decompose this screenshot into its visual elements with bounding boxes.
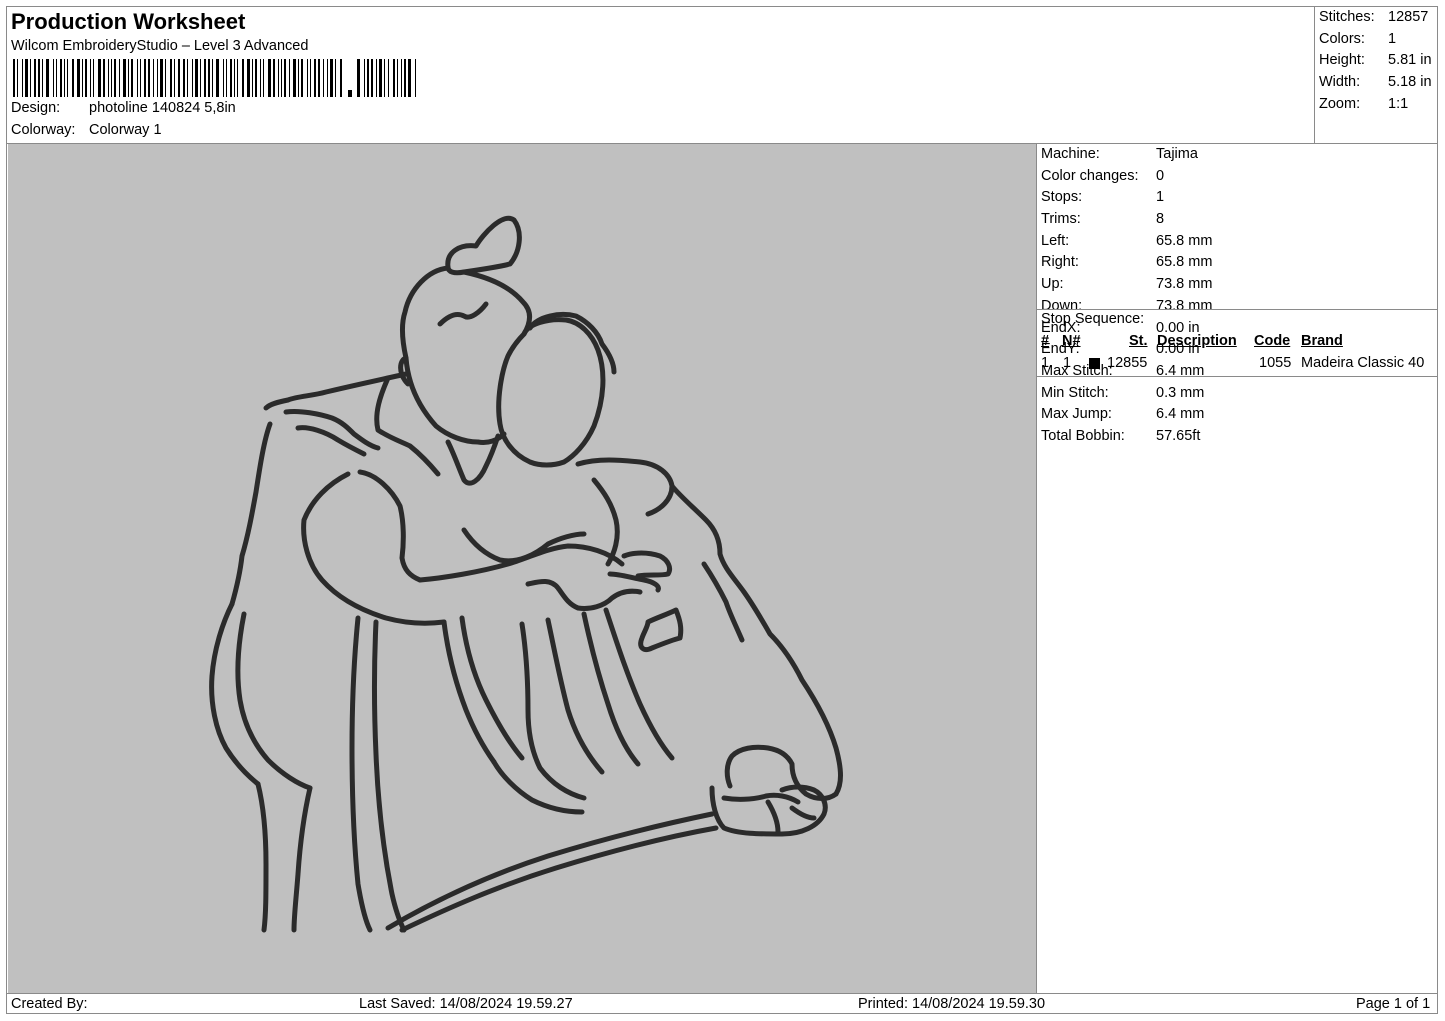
column-header-code: Code xyxy=(1254,333,1291,349)
summary-value: 1 xyxy=(1388,31,1397,47)
summary-label: Width: xyxy=(1319,74,1361,90)
thread-color-swatch xyxy=(1089,358,1100,369)
colorway-label: Colorway: xyxy=(11,122,76,138)
divider xyxy=(1037,376,1437,377)
barcode-icon xyxy=(13,59,416,97)
summary-label: Zoom: xyxy=(1319,96,1361,112)
summary-label: Height: xyxy=(1319,52,1365,68)
design-label: Design: xyxy=(11,100,61,116)
property-row: Color changes: 0 xyxy=(1037,166,1437,188)
row-code: 1055 xyxy=(1259,355,1292,371)
property-value: 6.4 mm xyxy=(1156,406,1205,423)
row-brand: Madeira Classic 40 xyxy=(1301,355,1425,371)
property-row: Min Stitch: 0.3 mm xyxy=(1037,383,1437,405)
property-value: 57.65ft xyxy=(1156,427,1201,444)
property-label: Total Bobbin: xyxy=(1041,427,1125,444)
property-label: Right: xyxy=(1041,254,1079,271)
property-label: Max Jump: xyxy=(1041,406,1112,423)
property-value: 0 xyxy=(1156,167,1165,184)
property-value: 73.8 mm xyxy=(1156,297,1213,314)
property-label: Trims: xyxy=(1041,211,1081,228)
stop-sequence-title: Stop Sequence: xyxy=(1041,311,1145,327)
summary-row-stitches: Stitches: 12857 xyxy=(1319,9,1428,25)
property-label: Up: xyxy=(1041,276,1064,293)
worksheet-header: Production Worksheet Wilcom EmbroiderySt… xyxy=(7,7,1313,143)
summary-row-colors: Colors: 1 xyxy=(1319,31,1396,47)
page-number: Page 1 of 1 xyxy=(1356,996,1431,1012)
column-header-brand: Brand xyxy=(1301,333,1343,349)
production-worksheet: Production Worksheet Wilcom EmbroiderySt… xyxy=(6,6,1438,1014)
row-index: 1. xyxy=(1041,355,1054,371)
row-needle: 1 xyxy=(1063,355,1072,371)
colorway-row: Colorway: Colorway 1 xyxy=(11,122,162,138)
property-row: Left: 65.8 mm xyxy=(1037,231,1437,253)
property-value: Tajima xyxy=(1156,146,1198,162)
colorway-value: Colorway 1 xyxy=(89,122,162,138)
property-row: Up: 73.8 mm xyxy=(1037,274,1437,296)
property-value: 8 xyxy=(1156,211,1165,228)
summary-row-height: Height: 5.81 in xyxy=(1319,52,1432,68)
divider xyxy=(1037,309,1437,310)
design-preview xyxy=(8,144,1036,993)
property-value: 73.8 mm xyxy=(1156,276,1213,293)
column-header-stitches: St. xyxy=(1129,333,1148,349)
property-row: Total Bobbin: 57.65ft xyxy=(1037,426,1437,448)
column-header-needle: N# xyxy=(1062,333,1081,349)
property-value: 65.8 mm xyxy=(1156,254,1213,271)
last-saved: Last Saved: 14/08/2024 19.59.27 xyxy=(359,996,573,1012)
divider xyxy=(7,993,1437,994)
row-stitches: 12855 xyxy=(1107,355,1148,371)
summary-value: 12857 xyxy=(1388,9,1429,25)
property-value: 0.3 mm xyxy=(1156,384,1205,401)
design-summary: Stitches: 12857 Colors: 1 Height: 5.81 in W… xyxy=(1314,7,1439,143)
line-art-embrace-icon xyxy=(209,215,843,933)
design-value: photoline 140824 5,8in xyxy=(89,100,236,116)
property-value: 1 xyxy=(1156,189,1165,206)
summary-row-width: Width: 5.18 in xyxy=(1319,74,1432,90)
property-label: Min Stitch: xyxy=(1041,384,1109,401)
summary-value: 5.18 in xyxy=(1388,74,1432,90)
property-value: 65.8 mm xyxy=(1156,232,1213,249)
property-label: Left: xyxy=(1041,232,1070,249)
summary-value: 5.81 in xyxy=(1388,52,1432,68)
page-title: Production Worksheet xyxy=(11,9,246,34)
property-row: Trims: 8 xyxy=(1037,209,1437,231)
summary-label: Colors: xyxy=(1319,31,1365,47)
column-header-description: Description xyxy=(1157,333,1237,349)
summary-value: 1:1 xyxy=(1388,96,1409,112)
summary-label: Stitches: xyxy=(1319,9,1375,25)
created-by: Created By: xyxy=(11,996,88,1012)
machine-properties: Machine: Tajima Color changes: 0 Stops: 1 T… xyxy=(1037,144,1437,448)
property-row: Stops: 1 xyxy=(1037,187,1437,209)
design-row: Design: photoline 140824 5,8in xyxy=(11,100,236,116)
property-row: Machine: Tajima xyxy=(1037,144,1437,166)
property-row: Max Jump: 6.4 mm xyxy=(1037,404,1437,426)
summary-row-zoom: Zoom: 1:1 xyxy=(1319,96,1408,112)
property-row: Right: 65.8 mm xyxy=(1037,252,1437,274)
property-label: Machine: xyxy=(1041,146,1100,162)
app-name: Wilcom EmbroideryStudio – Level 3 Advanc… xyxy=(11,38,309,54)
property-label: Stops: xyxy=(1041,189,1083,206)
column-header-index: # xyxy=(1041,333,1050,349)
property-label: Color changes: xyxy=(1041,167,1139,184)
printed-date: Printed: 14/08/2024 19.59.30 xyxy=(858,996,1046,1012)
